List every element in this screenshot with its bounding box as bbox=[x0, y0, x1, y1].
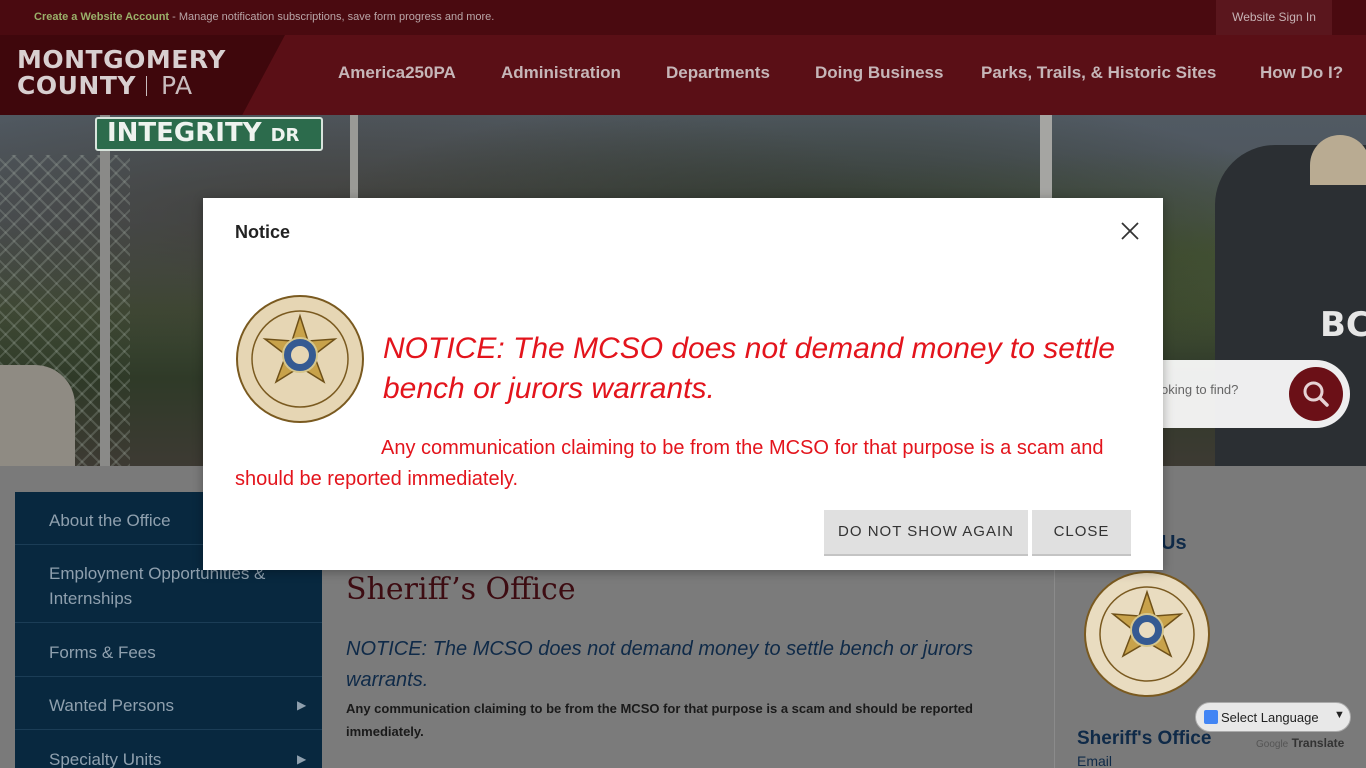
notice-dialog: Notice NOTICE: The MCSO does not demand … bbox=[203, 198, 1163, 570]
dialog-title: Notice bbox=[235, 222, 291, 242]
do-not-show-again-button[interactable]: DO NOT SHOW AGAIN bbox=[824, 510, 1028, 554]
dialog-body: Any communication claiming to be from th… bbox=[235, 437, 1104, 490]
dialog-headline: NOTICE: The MCSO does not demand money t… bbox=[383, 332, 1115, 405]
sheriff-badge-icon bbox=[235, 294, 365, 429]
close-button[interactable]: CLOSE bbox=[1032, 510, 1131, 554]
close-icon[interactable] bbox=[1119, 220, 1141, 242]
